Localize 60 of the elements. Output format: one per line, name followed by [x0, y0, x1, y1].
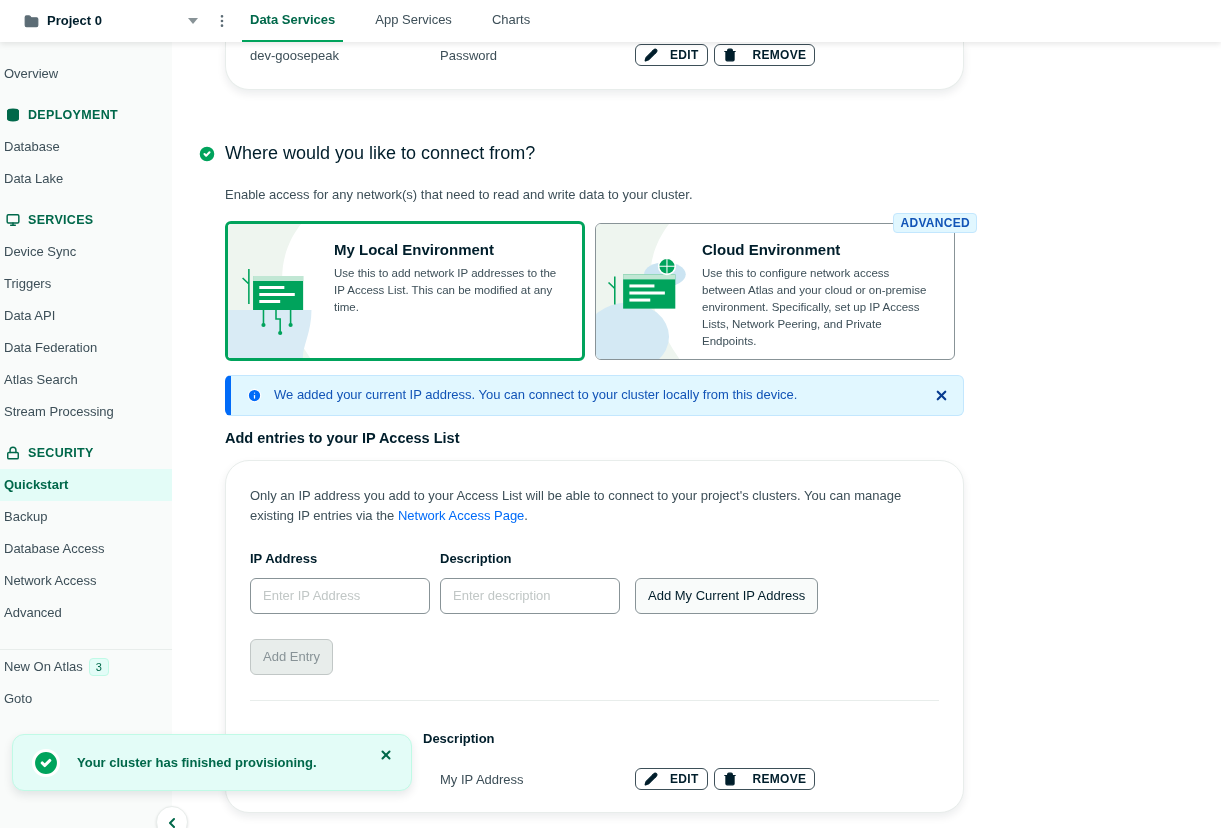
section-header: SECURITY: [28, 444, 94, 462]
project-name: Project 0: [47, 12, 102, 31]
close-icon[interactable]: [379, 747, 393, 762]
field-label: IP Address: [250, 550, 319, 569]
intro-text: Only an IP address you add to your Access List will be able to connect to your project's clusters. You can manage existing IP entries via the Network Access Page.: [250, 487, 903, 526]
sidebar-item[interactable]: Data API: [0, 300, 172, 332]
sidebar-item[interactable]: Advanced: [0, 597, 172, 629]
sidebar-item[interactable]: Backup: [0, 501, 172, 533]
sidebar-item[interactable]: Atlas Search: [0, 364, 172, 396]
remove-button[interactable]: REMOVE: [713, 768, 816, 791]
sidebar-item[interactable]: New On Atlas: [4, 657, 83, 677]
sidebar-item[interactable]: Goto: [4, 689, 33, 709]
nav-tab[interactable]: App Services: [367, 0, 460, 42]
section-header: SERVICES: [28, 211, 94, 229]
trash-icon: [722, 48, 737, 62]
sidebar-item[interactable]: Quickstart: [0, 469, 172, 501]
nav-tab[interactable]: Charts: [483, 0, 539, 42]
pencil-icon: [644, 772, 658, 787]
add-current-ip-button[interactable]: Add My Current IP Address: [635, 577, 819, 614]
table-cell-text: dev-goosepeak: [250, 47, 340, 65]
table-cell-text: My IP Address: [440, 770, 525, 789]
sidebar-item[interactable]: Triggers: [0, 268, 172, 300]
input-field[interactable]: Enter description: [440, 577, 620, 614]
column-header: Description: [423, 729, 496, 748]
advanced-badge: ADVANCED: [893, 212, 977, 233]
option-title: Cloud Environment: [702, 239, 842, 260]
table-cell-text: Password: [440, 47, 499, 65]
folder-icon: [24, 13, 39, 29]
section-header: DEPLOYMENT: [28, 106, 118, 124]
input-field[interactable]: Enter IP Address: [250, 577, 430, 614]
trash-icon: [722, 772, 737, 787]
section-description: Enable access for any network(s) that need to read and write data to your cluster.: [225, 186, 694, 204]
sidebar-item[interactable]: Database Access: [0, 533, 172, 565]
database-icon: [6, 108, 20, 122]
sidebar-item[interactable]: Overview: [0, 58, 172, 90]
sidebar-item[interactable]: Data Federation: [0, 332, 172, 364]
sidebar-item[interactable]: Data Lake: [0, 163, 172, 195]
option-description: Use this to configure network access between Atlas and your cloud or on-premise environment. Specifically, set up IP Access Lists, Network Peering, and Private Endpoints.: [702, 266, 928, 349]
info-icon: [247, 387, 262, 403]
pencil-icon: [644, 48, 658, 62]
remove-button[interactable]: REMOVE: [713, 44, 816, 66]
sidebar-item[interactable]: Network Access: [0, 565, 172, 597]
sidebar-item[interactable]: Device Sync: [0, 236, 172, 268]
sidebar-item[interactable]: Stream Processing: [0, 396, 172, 428]
alert-message: We added your current IP address. You can connect to your cluster locally from this device.: [274, 386, 798, 405]
caret-icon[interactable]: [188, 18, 198, 24]
option-description: Use this to add network IP addresses to the IP Access List. This can be modified at any time.: [334, 266, 558, 315]
edit-button[interactable]: EDIT: [635, 44, 708, 66]
environment-option[interactable]: My Local Environment Use this to add network IP addresses to the IP Access List. This can be modified at any time.: [225, 220, 585, 361]
section-title: Where would you like to connect from?: [225, 142, 536, 165]
option-title: My Local Environment: [334, 239, 496, 260]
sidebar-item[interactable]: Database: [0, 131, 172, 163]
field-label: Description: [440, 550, 513, 569]
toast-message: Your cluster has finished provisioning.: [77, 753, 317, 772]
edit-button[interactable]: EDIT: [635, 768, 708, 791]
lock-icon: [6, 446, 20, 460]
check-circle-icon: [31, 747, 61, 778]
monitor-icon: [6, 213, 20, 227]
count-badge: 3: [88, 657, 109, 677]
section-title: Add entries to your IP Access List: [225, 428, 461, 448]
